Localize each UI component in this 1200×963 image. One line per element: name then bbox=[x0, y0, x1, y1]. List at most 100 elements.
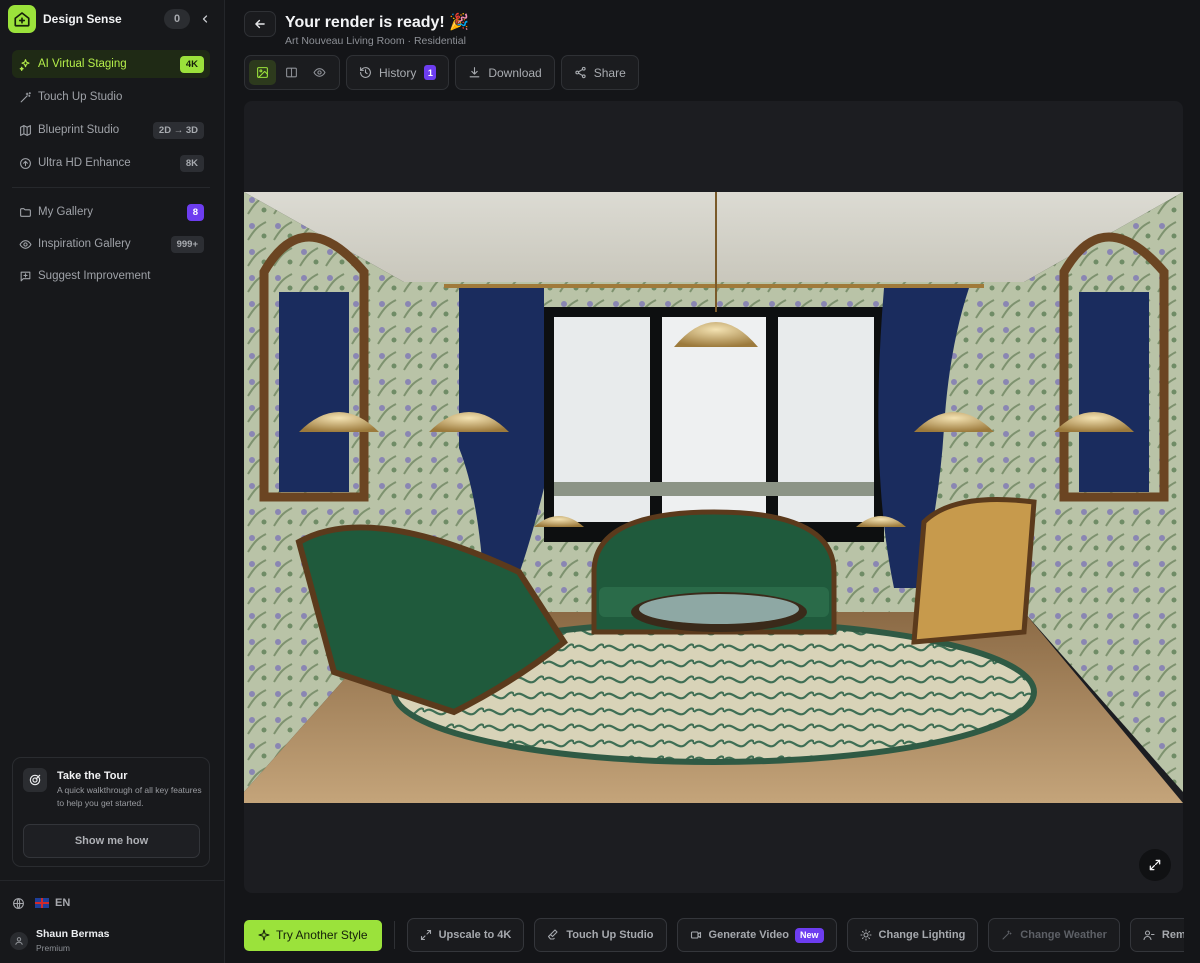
page-title: Your render is ready! 🎉 bbox=[285, 14, 470, 31]
nav-tools: AI Virtual Staging 4K Touch Up Studio Bl… bbox=[12, 50, 210, 177]
upscale-label: Upscale to 4K bbox=[438, 929, 512, 941]
sidebar: Design Sense 0 AI Virtual Staging 4K Tou… bbox=[0, 0, 225, 963]
user-name: Shaun Bermas bbox=[36, 928, 110, 940]
tour-title: Take the Tour bbox=[57, 770, 128, 782]
upscale-4k-button[interactable]: Upscale to 4K bbox=[406, 918, 525, 952]
download-label: Download bbox=[488, 65, 542, 80]
share-label: Share bbox=[593, 65, 626, 80]
sidebar-item-ultra-hd-enhance[interactable]: Ultra HD Enhance 8K bbox=[12, 149, 210, 177]
target-icon bbox=[23, 768, 47, 792]
sidebar-item-label: Suggest Improvement bbox=[38, 270, 151, 282]
sidebar-item-label: Touch Up Studio bbox=[38, 91, 123, 103]
main-content: Your render is ready! 🎉 Art Nouveau Livi… bbox=[225, 0, 1200, 963]
sidebar-item-label: Blueprint Studio bbox=[38, 124, 120, 136]
user-profile[interactable]: Shaun Bermas Premium bbox=[10, 928, 110, 953]
history-icon bbox=[360, 67, 371, 78]
uk-flag-icon bbox=[35, 898, 49, 908]
download-button[interactable]: Download bbox=[455, 55, 555, 90]
fullscreen-button[interactable] bbox=[1139, 849, 1171, 881]
arrow-left-icon bbox=[255, 19, 265, 29]
weather-wand-icon bbox=[1002, 930, 1012, 940]
sidebar-item-ai-virtual-staging[interactable]: AI Virtual Staging 4K bbox=[12, 50, 210, 78]
split-view-icon bbox=[285, 67, 297, 78]
folder-icon bbox=[18, 205, 32, 219]
sidebar-item-label: AI Virtual Staging bbox=[38, 58, 127, 70]
history-count-badge: 1 bbox=[424, 65, 437, 80]
rendered-room-image[interactable] bbox=[244, 192, 1183, 803]
sparkles-icon bbox=[18, 57, 32, 71]
history-button[interactable]: History 1 bbox=[346, 55, 450, 90]
brand-header: Design Sense 0 bbox=[0, 2, 224, 36]
change-lighting-label: Change Lighting bbox=[878, 929, 966, 941]
sidebar-item-label: Ultra HD Enhance bbox=[38, 157, 131, 169]
eye-icon bbox=[313, 68, 326, 77]
action-bar: Try Another Style Upscale to 4K Touch Up… bbox=[244, 918, 1184, 952]
divider bbox=[393, 921, 395, 949]
resolution-badge: 8K bbox=[179, 154, 204, 172]
change-weather-button[interactable]: Change Weather bbox=[988, 918, 1120, 952]
credits-counter[interactable]: 0 bbox=[164, 9, 190, 29]
remove-button[interactable]: Rem bbox=[1129, 918, 1184, 952]
arrow-up-circle-icon bbox=[18, 156, 32, 170]
history-label: History bbox=[379, 65, 417, 80]
tour-description: A quick walkthrough of all key features … bbox=[57, 785, 202, 808]
preview-view-button[interactable] bbox=[306, 60, 333, 85]
remove-label: Rem bbox=[1161, 929, 1184, 941]
eraser-icon bbox=[548, 929, 558, 940]
collapse-sidebar-icon[interactable] bbox=[194, 8, 216, 30]
compare-view-button[interactable] bbox=[278, 60, 305, 85]
sidebar-item-blueprint-studio[interactable]: Blueprint Studio 2D → 3D bbox=[12, 116, 210, 144]
render-canvas bbox=[244, 101, 1183, 893]
share-icon bbox=[575, 66, 586, 79]
resolution-badge: 4K bbox=[179, 55, 204, 73]
sparkle-icon bbox=[258, 929, 270, 941]
touch-up-studio-button[interactable]: Touch Up Studio bbox=[534, 918, 667, 952]
view-mode-toggle bbox=[244, 55, 340, 90]
avatar bbox=[10, 931, 28, 950]
divider bbox=[12, 187, 210, 188]
globe-icon bbox=[12, 897, 25, 910]
app-root: Design Sense 0 AI Virtual Staging 4K Tou… bbox=[0, 0, 1200, 963]
user-minus-icon bbox=[1143, 930, 1155, 941]
show-me-how-button[interactable]: Show me how bbox=[23, 824, 200, 858]
image-icon bbox=[256, 67, 268, 78]
count-badge: 999+ bbox=[170, 235, 204, 253]
generate-video-button[interactable]: Generate Video New bbox=[676, 918, 837, 952]
map-icon bbox=[18, 123, 32, 137]
page-subtitle: Art Nouveau Living Room · Residential bbox=[285, 35, 466, 47]
expand-icon bbox=[1149, 859, 1161, 871]
generate-video-label: Generate Video bbox=[708, 929, 790, 941]
language-selector[interactable]: EN bbox=[12, 894, 70, 912]
primary-action-label: Try Another Style bbox=[276, 928, 368, 942]
divider bbox=[0, 880, 225, 881]
video-icon bbox=[690, 931, 701, 939]
brand-name: Design Sense bbox=[43, 12, 122, 26]
user-plan: Premium bbox=[36, 943, 71, 953]
touch-up-label: Touch Up Studio bbox=[566, 929, 654, 941]
nav-library: My Gallery 8 Inspiration Gallery 999+ Su… bbox=[12, 198, 210, 290]
message-plus-icon bbox=[18, 269, 32, 283]
wand-icon bbox=[18, 90, 32, 104]
render-toolbar: History 1 Download Share bbox=[244, 55, 639, 90]
eye-icon bbox=[18, 237, 32, 251]
sidebar-item-suggest-improvement[interactable]: Suggest Improvement bbox=[12, 262, 210, 290]
sidebar-item-my-gallery[interactable]: My Gallery 8 bbox=[12, 198, 210, 226]
language-code: EN bbox=[55, 897, 71, 909]
sidebar-item-label: Inspiration Gallery bbox=[38, 238, 131, 250]
try-another-style-button[interactable]: Try Another Style bbox=[244, 919, 382, 951]
change-lighting-button[interactable]: Change Lighting bbox=[846, 918, 979, 952]
new-badge: New bbox=[795, 927, 824, 943]
share-button[interactable]: Share bbox=[560, 55, 639, 90]
feature-badge: 2D → 3D bbox=[152, 121, 204, 139]
sun-icon bbox=[860, 929, 872, 941]
back-button[interactable] bbox=[244, 11, 276, 37]
change-weather-label: Change Weather bbox=[1020, 929, 1107, 941]
sidebar-item-touch-up-studio[interactable]: Touch Up Studio bbox=[12, 83, 210, 111]
count-badge: 8 bbox=[186, 203, 204, 221]
expand-arrows-icon bbox=[420, 929, 431, 941]
tour-card: Take the Tour A quick walkthrough of all… bbox=[12, 757, 210, 867]
sidebar-item-inspiration-gallery[interactable]: Inspiration Gallery 999+ bbox=[12, 230, 210, 258]
home-logo-icon[interactable] bbox=[8, 5, 36, 33]
sidebar-item-label: My Gallery bbox=[38, 206, 93, 218]
image-view-button[interactable] bbox=[249, 60, 276, 85]
